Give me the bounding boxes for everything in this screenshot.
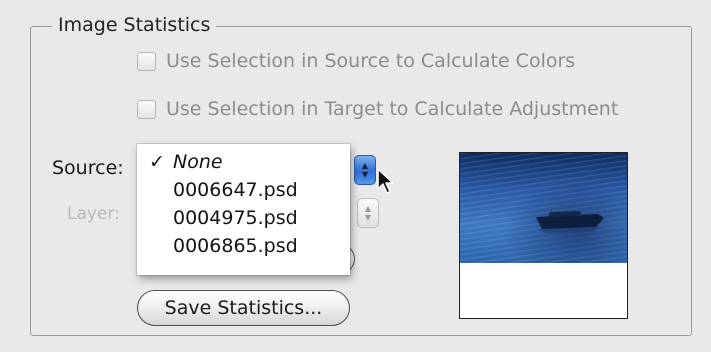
mouse-pointer-icon: [377, 168, 394, 194]
menu-item-0006647[interactable]: 0006647.psd: [137, 176, 350, 204]
menu-item-none[interactable]: ✓ None: [137, 148, 350, 176]
use-source-selection-row: Use Selection in Source to Calculate Col…: [137, 50, 575, 72]
layer-label: Layer:: [67, 204, 120, 224]
chevron-up-icon: ▲: [364, 204, 372, 213]
use-target-selection-checkbox[interactable]: [137, 99, 156, 119]
menu-item-label: 0006865.psd: [173, 235, 298, 257]
checkmark-icon: ✓: [149, 151, 165, 173]
use-source-selection-checkbox[interactable]: [137, 51, 156, 71]
use-source-selection-label: Use Selection in Source to Calculate Col…: [166, 50, 576, 72]
source-preview-thumbnail: [459, 152, 628, 319]
menu-item-label: 0006647.psd: [173, 179, 298, 201]
dialog-panel: Image Statistics Use Selection in Source…: [0, 0, 711, 352]
boat-silhouette: [536, 211, 604, 233]
use-target-selection-label: Use Selection in Target to Calculate Adj…: [166, 98, 619, 120]
menu-item-0004975[interactable]: 0004975.psd: [137, 204, 350, 232]
source-label: Source:: [52, 157, 124, 179]
use-target-selection-row: Use Selection in Target to Calculate Adj…: [137, 98, 618, 120]
save-statistics-button[interactable]: Save Statistics...: [137, 290, 350, 326]
menu-item-label: 0004975.psd: [173, 207, 298, 229]
chevron-up-icon: ▲: [361, 161, 369, 170]
menu-item-label: None: [173, 151, 223, 173]
source-popup-menu: ✓ None 0006647.psd 0004975.psd 0006865.p…: [137, 144, 350, 275]
layer-popup-arrows: ▲ ▼: [357, 198, 379, 228]
chevron-down-icon: ▼: [361, 170, 369, 179]
group-title: Image Statistics: [52, 14, 217, 36]
source-popup-arrows[interactable]: ▲ ▼: [354, 155, 376, 185]
chevron-down-icon: ▼: [364, 213, 372, 222]
menu-item-0006865[interactable]: 0006865.psd: [137, 232, 350, 260]
